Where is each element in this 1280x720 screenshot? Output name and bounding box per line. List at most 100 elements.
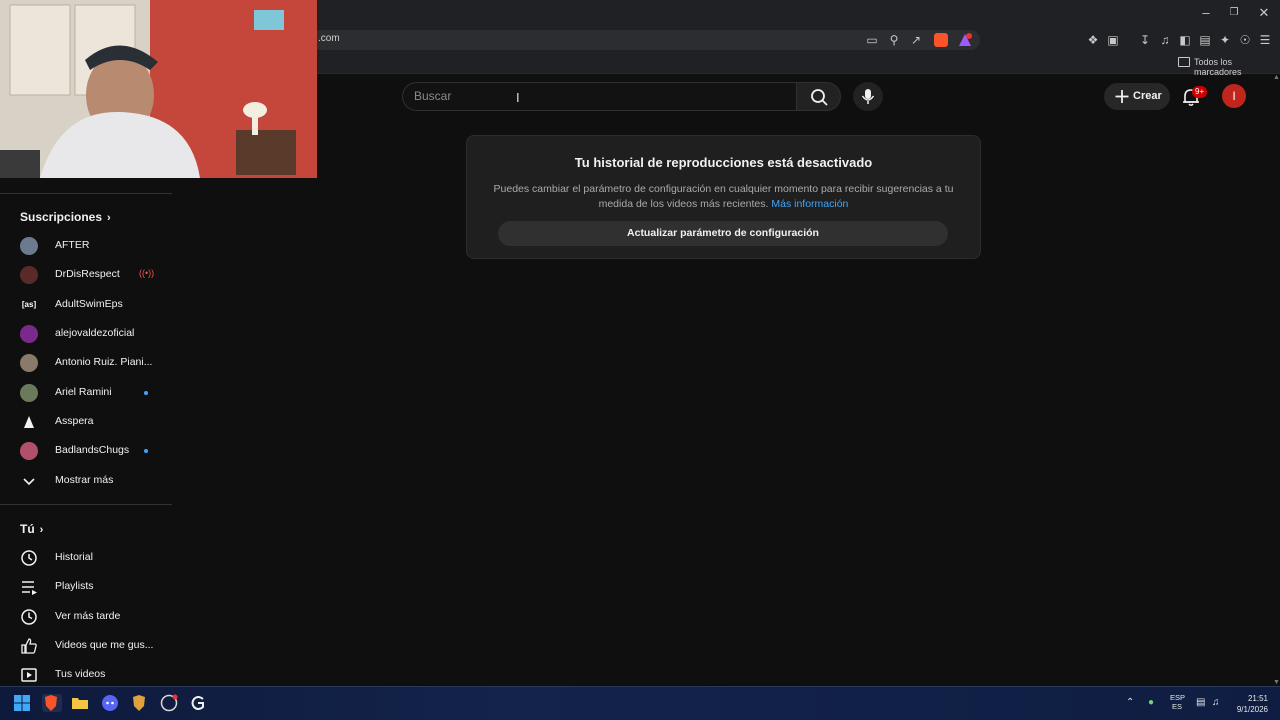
watch-later-icon <box>21 609 37 625</box>
download-icon[interactable]: ↧ <box>1137 32 1153 48</box>
channel-name: Asspera <box>55 415 94 427</box>
channel-avatar <box>20 384 38 402</box>
brave-browser-icon[interactable] <box>42 694 62 712</box>
new-content-dot <box>144 391 148 395</box>
app-icon[interactable] <box>189 694 207 712</box>
sidebar-toggle-icon[interactable]: ◧ <box>1177 32 1193 48</box>
channel-name: BadlandsChugs <box>55 444 130 456</box>
vpn-icon[interactable]: ☉ <box>1237 32 1253 48</box>
text-cursor-icon: I <box>516 90 520 105</box>
update-settings-button[interactable]: Actualizar parámetro de configuración <box>498 221 948 246</box>
search-placeholder: Buscar <box>414 89 452 103</box>
plus-icon <box>1115 90 1129 103</box>
you-title: Tú <box>20 522 35 536</box>
sidebar-item-subscription[interactable]: BadlandsChugs <box>0 436 172 465</box>
show-more-button[interactable]: Mostrar más <box>0 466 172 495</box>
mic-icon <box>861 89 875 104</box>
chevron-right-icon: › <box>107 212 111 224</box>
volume-icon[interactable]: ♫ <box>1212 697 1220 708</box>
channel-avatar <box>20 237 38 255</box>
sidebar-item-playlists[interactable]: Playlists <box>0 572 172 601</box>
windows-start-icon[interactable] <box>13 694 31 712</box>
wallet-icon[interactable]: ▤ <box>1197 32 1213 48</box>
webcam-overlay <box>0 0 317 178</box>
channel-name: AdultSwimEps <box>55 298 123 310</box>
subscriptions-header[interactable]: Suscripciones › <box>20 210 111 224</box>
chevron-down-icon <box>23 478 35 486</box>
steam-icon[interactable] <box>160 694 178 712</box>
channel-avatar <box>20 266 38 284</box>
sidebar-item-label: Ver más tarde <box>55 610 121 622</box>
restore-button[interactable]: ❐ <box>1224 4 1244 22</box>
sidebar-divider <box>0 193 172 194</box>
network-icon[interactable]: ▤ <box>1196 697 1205 708</box>
card-description-text: Puedes cambiar el parámetro de configura… <box>493 183 954 210</box>
channel-name: Antonio Ruiz. Piani... <box>55 356 153 368</box>
sidebar-item-subscription[interactable]: DrDisRespect ((•)) <box>0 260 172 289</box>
menu-icon[interactable]: ☰ <box>1257 32 1273 48</box>
sidebar-divider <box>0 504 172 505</box>
sidebar: Suscripciones › AFTER DrDisRespect ((•)) … <box>0 178 172 686</box>
notifications-badge: 9+ <box>1192 86 1208 98</box>
card-title: Tu historial de reproducciones está desa… <box>574 155 873 170</box>
sidebar-item-subscription[interactable]: Antonio Ruiz. Piani... <box>0 348 172 377</box>
card-description: Puedes cambiar el parámetro de configura… <box>490 182 957 212</box>
new-content-dot <box>144 449 148 453</box>
tray-overflow-icon[interactable]: ⌃ <box>1126 697 1134 708</box>
clock-time: 21:51 <box>1247 694 1268 703</box>
minimize-button[interactable]: – <box>1196 4 1216 22</box>
extensions-icon[interactable]: ❖ <box>1085 32 1101 48</box>
sidebar-item-subscription[interactable]: [as] AdultSwimEps <box>0 290 172 319</box>
keyboard-layout: ES <box>1171 702 1182 711</box>
microphone-tray-icon[interactable]: ● <box>1148 697 1154 708</box>
account-avatar[interactable]: I <box>1222 84 1246 108</box>
clock[interactable]: 21:51 9/1/2026 <box>1232 693 1268 715</box>
page-scrollbar[interactable]: ▲ ▼ <box>1270 74 1280 686</box>
sidebar-item-liked-videos[interactable]: Videos que me gus... <box>0 631 172 660</box>
zoom-icon[interactable]: ⚲ <box>886 32 902 48</box>
search-button[interactable] <box>796 82 841 111</box>
search-input[interactable] <box>402 82 796 111</box>
sidebar-item-watch-later[interactable]: Ver más tarde <box>0 602 172 631</box>
leo-ai-icon[interactable]: ✦ <box>1217 32 1233 48</box>
close-window-button[interactable]: ✕ <box>1254 4 1274 22</box>
brave-rewards-icon[interactable] <box>958 33 972 47</box>
all-bookmarks-link[interactable]: Todos los marcadores <box>1194 57 1280 77</box>
sidebar-item-label: Tus videos <box>55 668 106 680</box>
sidebar-item-label: Historial <box>55 551 93 563</box>
voice-search-button[interactable] <box>853 82 883 111</box>
create-label: Crear <box>1133 90 1162 102</box>
you-header[interactable]: Tú › <box>20 522 43 536</box>
channel-avatar <box>20 413 38 431</box>
language-indicator[interactable]: ESP ES <box>1170 693 1186 711</box>
sidebar-item-subscription[interactable]: Asspera <box>0 407 172 436</box>
clock-date: 9/1/2026 <box>1236 705 1268 714</box>
chevron-right-icon: › <box>39 524 44 536</box>
channel-avatar <box>20 442 38 460</box>
address-text: .com <box>318 33 340 44</box>
folder-icon <box>1178 57 1190 67</box>
sidebar-item-subscription[interactable]: alejovaldezoficial <box>0 319 172 348</box>
brave-shield-icon[interactable] <box>934 33 948 47</box>
channel-avatar <box>20 325 38 343</box>
sidebar-item-label: Playlists <box>55 580 94 592</box>
media-icon[interactable]: ♫ <box>1157 32 1173 48</box>
channel-name: AFTER <box>55 239 90 251</box>
channel-avatar <box>20 354 38 372</box>
tab-search-icon[interactable]: ▣ <box>1105 32 1121 48</box>
discord-icon[interactable] <box>101 694 119 712</box>
brave-beta-icon[interactable] <box>130 694 148 712</box>
sidebar-item-subscription[interactable]: Ariel Ramini <box>0 378 172 407</box>
language-code: ESP <box>1170 693 1186 702</box>
sidebar-item-history[interactable]: Historial <box>0 543 172 572</box>
file-explorer-icon[interactable] <box>71 694 89 712</box>
cast-icon[interactable]: ▭ <box>864 32 880 48</box>
liked-videos-icon <box>21 638 37 654</box>
channel-name: DrDisRespect <box>55 268 120 280</box>
channel-name: Ariel Ramini <box>55 386 112 398</box>
sidebar-item-label: Videos que me gus... <box>55 639 154 651</box>
more-info-link[interactable]: Más información <box>771 198 848 210</box>
sidebar-item-subscription[interactable]: AFTER <box>0 231 172 260</box>
share-icon[interactable]: ↗ <box>908 32 924 48</box>
sidebar-item-your-videos[interactable]: Tus videos <box>0 660 172 689</box>
